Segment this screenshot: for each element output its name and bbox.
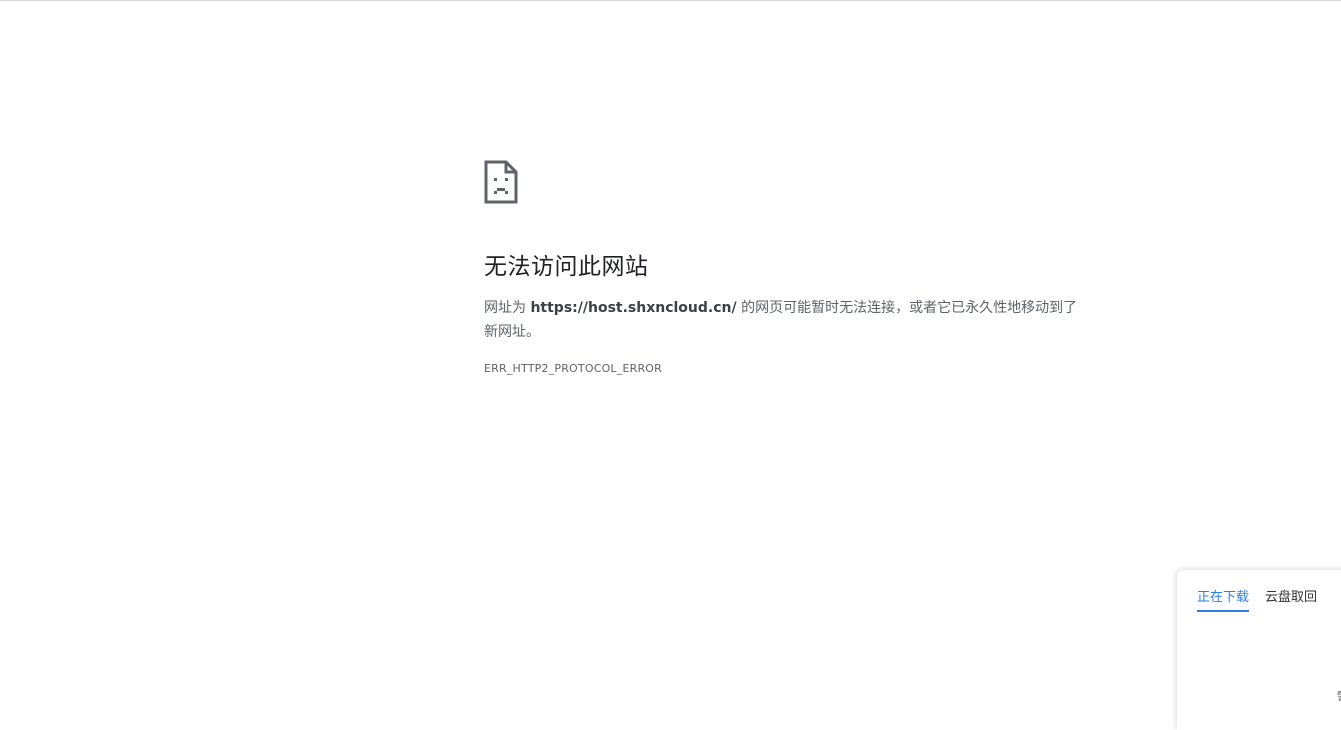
error-url: https://host.shxncloud.cn/ — [530, 300, 737, 316]
error-container: 无法访问此网站 网址为 https://host.shxncloud.cn/ 的… — [484, 160, 1084, 375]
download-panel: 正在下载 云盘取回 警 — [1177, 570, 1341, 730]
sad-page-icon — [484, 160, 518, 204]
error-code: ERR_HTTP2_PROTOCOL_ERROR — [484, 362, 663, 375]
download-tabs: 正在下载 云盘取回 — [1197, 586, 1317, 612]
tab-cloud-retrieve[interactable]: 云盘取回 — [1265, 586, 1317, 612]
panel-corner-glyph: 警 — [1337, 688, 1341, 703]
error-title: 无法访问此网站 — [484, 254, 649, 280]
error-message-prefix: 网址为 — [484, 300, 531, 316]
error-message: 网址为 https://host.shxncloud.cn/ 的网页可能暂时无法… — [484, 296, 1084, 344]
tab-downloading[interactable]: 正在下载 — [1197, 586, 1250, 612]
top-border — [0, 0, 1341, 1]
